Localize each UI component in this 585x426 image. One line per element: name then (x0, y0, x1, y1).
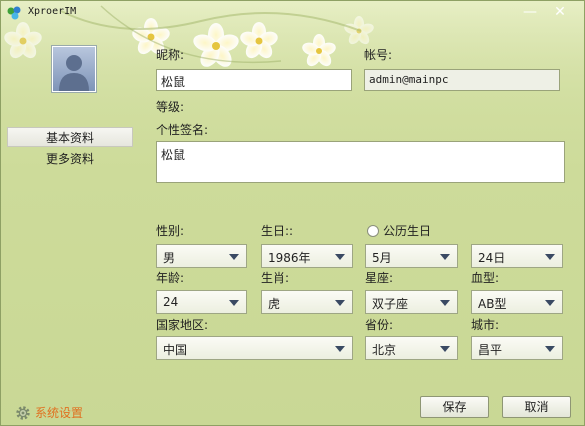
constellation-select[interactable]: 双子座 (365, 290, 458, 314)
chevron-down-icon (440, 346, 450, 352)
gender-select[interactable]: 男 (156, 244, 247, 268)
country-select[interactable]: 中国 (156, 336, 353, 360)
gear-icon (16, 405, 30, 420)
birthday-label: 生日:: (261, 224, 294, 238)
nickname-label: 昵称: (156, 48, 185, 62)
blood-type-value: AB型 (478, 297, 507, 311)
window-title: XproerIM (28, 6, 77, 17)
cancel-button[interactable]: 取消 (502, 396, 571, 418)
gender-label: 性别: (156, 224, 185, 238)
account-label: 帐号: (364, 48, 393, 62)
province-label: 省份: (365, 318, 394, 332)
chevron-down-icon (545, 300, 555, 306)
chevron-down-icon (229, 300, 239, 306)
constellation-value: 双子座 (372, 297, 409, 311)
chevron-down-icon (335, 254, 345, 260)
profile-window: XproerIM — ✕ 基本资料 更多资料 昵称: 松鼠 帐号: admin@… (0, 0, 585, 426)
birth-month-select[interactable]: 5月 (365, 244, 458, 268)
nav-item-more-info[interactable]: 更多资料 (7, 149, 133, 169)
chevron-down-icon (440, 300, 450, 306)
chevron-down-icon (545, 254, 555, 260)
age-value: 24 (163, 295, 179, 309)
title-bar[interactable]: XproerIM — ✕ (1, 1, 584, 25)
chevron-down-icon (229, 254, 239, 260)
app-logo-icon (7, 6, 21, 20)
level-label: 等级: (156, 100, 185, 114)
country-value: 中国 (163, 343, 188, 357)
solar-birthday-radio[interactable] (367, 225, 379, 237)
solar-birthday-label: 公历生日 (383, 224, 432, 238)
minimize-button[interactable]: — (517, 3, 543, 21)
user-silhouette-icon (59, 55, 89, 91)
birth-year-select[interactable]: 1986年 (261, 244, 353, 268)
province-select[interactable]: 北京 (365, 336, 458, 360)
signature-field[interactable]: 松鼠 (156, 141, 565, 183)
system-settings-label: 系统设置 (35, 406, 84, 420)
country-label: 国家地区: (156, 318, 209, 332)
gender-value: 男 (163, 251, 176, 265)
age-select[interactable]: 24 (156, 290, 247, 314)
birth-day-select[interactable]: 24日 (471, 244, 563, 268)
zodiac-label: 生肖: (261, 271, 290, 285)
save-button[interactable]: 保存 (420, 396, 489, 418)
zodiac-value: 虎 (268, 297, 281, 311)
age-label: 年龄: (156, 271, 185, 285)
zodiac-select[interactable]: 虎 (261, 290, 353, 314)
close-button[interactable]: ✕ (547, 3, 573, 21)
birth-year-value: 1986年 (268, 251, 311, 265)
blood-type-select[interactable]: AB型 (471, 290, 563, 314)
birth-day-value: 24日 (478, 251, 506, 265)
nav-item-basic-info[interactable]: 基本资料 (7, 127, 133, 147)
blood-type-label: 血型: (471, 271, 500, 285)
city-value: 昌平 (478, 343, 503, 357)
constellation-label: 星座: (365, 271, 394, 285)
birth-month-value: 5月 (372, 251, 392, 265)
system-settings-link[interactable]: 系统设置 (15, 404, 83, 421)
avatar[interactable] (52, 46, 96, 92)
chevron-down-icon (335, 300, 345, 306)
chevron-down-icon (545, 346, 555, 352)
city-select[interactable]: 昌平 (471, 336, 563, 360)
chevron-down-icon (440, 254, 450, 260)
province-value: 北京 (372, 343, 397, 357)
nickname-field[interactable]: 松鼠 (156, 69, 352, 91)
city-label: 城市: (471, 318, 500, 332)
signature-label: 个性签名: (156, 123, 209, 137)
account-field: admin@mainpc (364, 69, 560, 91)
chevron-down-icon (335, 346, 345, 352)
